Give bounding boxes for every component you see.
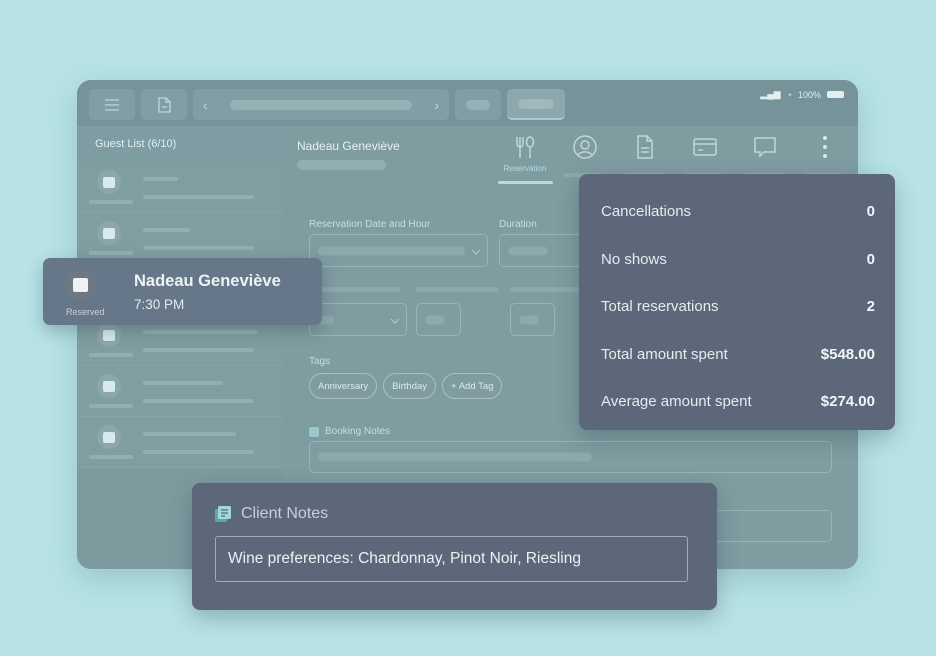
booking-notes-label: Booking Notes xyxy=(325,426,391,437)
top-toolbar: ‹ › ▂▄▆ ◔ 100% xyxy=(77,80,858,126)
booking-notes-header: Booking Notes xyxy=(309,426,390,437)
date-select[interactable] xyxy=(309,234,488,267)
battery-icon xyxy=(827,91,844,98)
tab-reservation[interactable]: Reservation xyxy=(495,134,555,184)
selected-guest-card[interactable]: Reserved Nadeau Geneviève 7:30 PM xyxy=(43,258,322,325)
guest-subtitle-placeholder xyxy=(297,160,386,170)
phone-book-icon xyxy=(97,425,121,449)
tag-anniversary[interactable]: Anniversary xyxy=(309,373,378,399)
notes-icon xyxy=(215,506,231,522)
document-icon xyxy=(157,96,171,113)
stat-total-reservations: Total reservations 2 xyxy=(601,298,875,316)
wifi-icon: ◔ xyxy=(786,89,792,100)
stat-average-spent: Average amount spent $274.00 xyxy=(601,393,875,411)
tab-placeholder xyxy=(466,99,490,110)
address-bar[interactable]: ‹ › xyxy=(193,89,449,120)
tab-reservation-label: Reservation xyxy=(503,164,547,173)
status-indicators: ▂▄▆ ◔ 100% xyxy=(760,89,844,100)
stat-no-shows: No shows 0 xyxy=(601,250,875,268)
small-field-1[interactable] xyxy=(416,303,461,336)
chevron-down-icon xyxy=(390,314,400,324)
tab-button-2[interactable] xyxy=(507,89,565,120)
tab-payment[interactable] xyxy=(675,134,735,178)
chevron-down-icon xyxy=(471,245,481,255)
client-notes-title: Client Notes xyxy=(241,505,329,522)
party-select[interactable] xyxy=(309,303,407,336)
credit-card-icon xyxy=(693,138,717,156)
user-circle-icon xyxy=(573,135,597,159)
tab-messages[interactable] xyxy=(735,134,795,178)
reservation-status: Reserved xyxy=(66,307,105,317)
guest-list-title: Guest List (6/10) xyxy=(77,126,283,162)
chat-icon xyxy=(754,137,776,158)
menu-button[interactable] xyxy=(89,89,135,120)
tag-birthday[interactable]: Birthday xyxy=(383,373,437,399)
tab-button-1[interactable] xyxy=(455,89,501,120)
more-vertical-icon xyxy=(823,136,827,158)
duration-field[interactable] xyxy=(499,234,589,267)
back-chevron-icon[interactable]: ‹ xyxy=(203,97,208,113)
duration-label: Duration xyxy=(499,219,537,230)
tab-placeholder xyxy=(518,98,554,109)
detail-tabs: Reservation xyxy=(495,134,855,184)
client-notes-header: Client Notes xyxy=(214,505,328,523)
active-tab-indicator xyxy=(497,181,553,184)
tab-documents[interactable] xyxy=(615,134,675,178)
hamburger-icon xyxy=(105,98,119,111)
client-notes-card: Client Notes Wine preferences: Chardonna… xyxy=(192,483,717,610)
phone-book-icon xyxy=(97,374,121,398)
guest-list-item[interactable] xyxy=(77,213,283,264)
more-options-button[interactable] xyxy=(795,134,855,178)
tag-list: Anniversary Birthday + Add Tag xyxy=(309,373,503,399)
tags-label: Tags xyxy=(309,356,331,367)
reservation-time: 7:30 PM xyxy=(134,297,185,312)
battery-label: 100% xyxy=(797,89,821,100)
fork-spoon-icon xyxy=(516,136,535,158)
guest-list-item[interactable] xyxy=(77,417,283,468)
document-icon xyxy=(637,135,653,159)
stat-total-spent: Total amount spent $548.00 xyxy=(601,345,875,363)
document-button[interactable] xyxy=(141,89,187,120)
guest-stats-card: Cancellations 0 No shows 0 Total reservati… xyxy=(579,174,895,430)
add-tag-button[interactable]: + Add Tag xyxy=(442,373,503,399)
phone-book-icon xyxy=(97,221,121,245)
phone-book-icon xyxy=(97,323,121,347)
address-placeholder xyxy=(230,99,412,110)
guest-list-item[interactable] xyxy=(77,366,283,417)
tab-profile[interactable] xyxy=(555,134,615,178)
date-label: Reservation Date and Hour xyxy=(309,219,431,230)
forward-chevron-icon[interactable]: › xyxy=(434,97,439,113)
guest-name-header: Nadeau Geneviève xyxy=(297,139,400,153)
signal-icon: ▂▄▆ xyxy=(760,89,781,99)
guest-name: Nadeau Geneviève xyxy=(134,272,281,290)
phone-book-icon xyxy=(97,170,121,194)
notes-icon xyxy=(309,426,319,437)
guest-list-item[interactable] xyxy=(77,162,283,213)
stat-cancellations: Cancellations 0 xyxy=(601,203,875,221)
small-field-2[interactable] xyxy=(510,303,555,336)
booking-notes-field[interactable] xyxy=(309,441,832,473)
client-notes-field[interactable]: Wine preferences: Chardonnay, Pinot Noir… xyxy=(215,536,688,582)
phone-book-icon xyxy=(65,269,96,300)
